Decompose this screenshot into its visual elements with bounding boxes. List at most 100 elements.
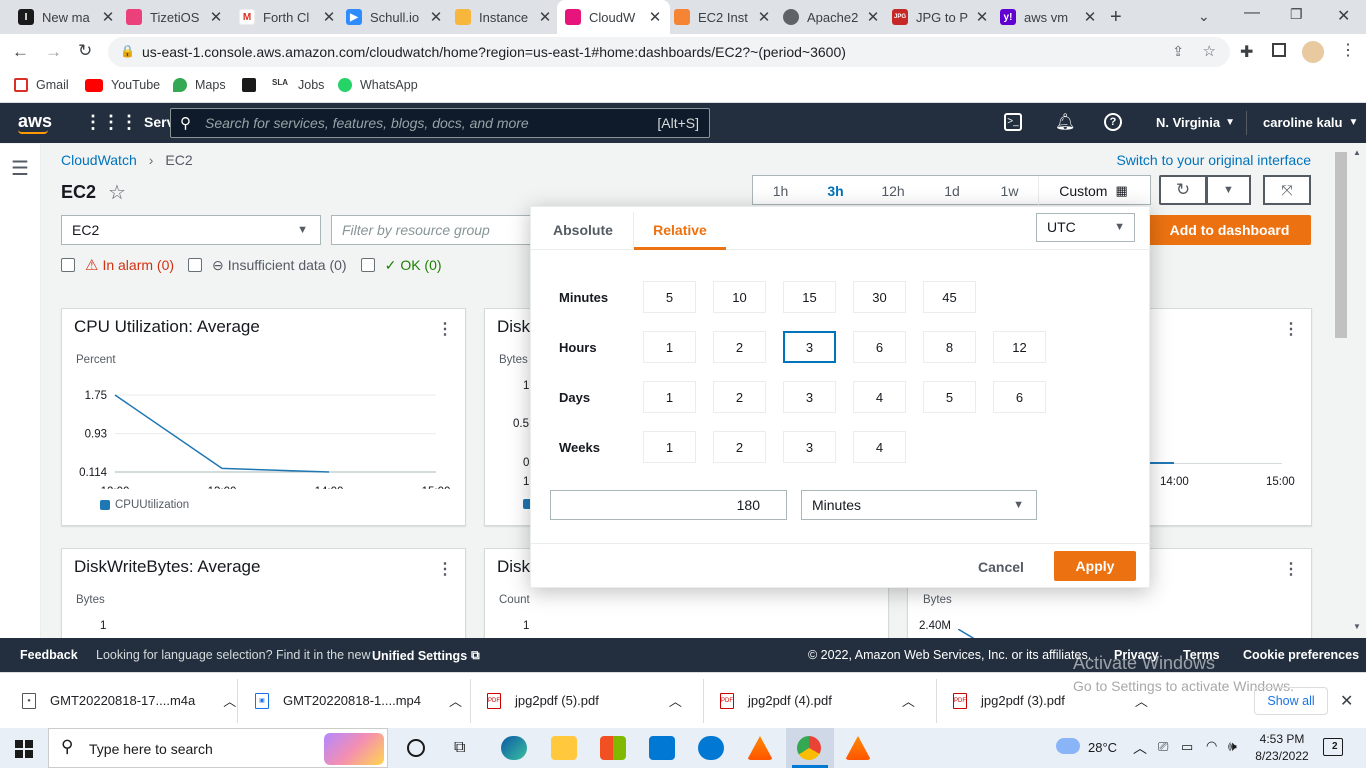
tab-absolute[interactable]: Absolute	[553, 222, 613, 238]
option-minutes-45[interactable]: 45	[923, 281, 976, 313]
bookmark-gmail[interactable]: Gmail	[14, 78, 69, 92]
chevron-up-icon[interactable]: ︿	[669, 691, 682, 710]
chevron-up-icon[interactable]: ︿	[1135, 691, 1148, 710]
meet-now-icon[interactable]: ⎚	[1158, 739, 1168, 755]
option-weeks-2[interactable]: 2	[713, 431, 766, 463]
menu-icon[interactable]: ⋮	[1340, 40, 1356, 60]
tray-chevron-up-icon[interactable]: ︿	[1133, 738, 1147, 758]
edge-icon[interactable]	[501, 736, 527, 760]
time-range-1w[interactable]: 1w	[981, 176, 1038, 206]
tab-relative[interactable]: Relative	[634, 212, 726, 250]
time-range-3h[interactable]: 3h	[808, 176, 863, 206]
time-range-1d[interactable]: 1d	[923, 176, 981, 206]
time-range-custom[interactable]: Custom ▦	[1038, 176, 1148, 206]
fullscreen-icon[interactable]: ⤧	[1263, 175, 1311, 205]
refresh-icon[interactable]: ↻	[1159, 175, 1207, 205]
browser-tab[interactable]: JPG JPG to P ✕	[884, 0, 997, 34]
option-days-6[interactable]: 6	[993, 381, 1046, 413]
notifications-icon[interactable]: 2	[1323, 738, 1343, 756]
region-selector[interactable]: N. Virginia ▼	[1156, 115, 1235, 130]
vlc-icon[interactable]	[845, 736, 871, 760]
bookmark-i[interactable]	[242, 78, 264, 92]
new-tab-icon[interactable]: +	[1110, 6, 1122, 29]
option-hours-2[interactable]: 2	[713, 331, 766, 363]
avatar[interactable]	[1302, 41, 1324, 63]
account-menu[interactable]: caroline kalu ▼	[1263, 115, 1358, 130]
relative-unit-select[interactable]: Minutes ▼	[801, 490, 1037, 520]
option-days-4[interactable]: 4	[853, 381, 906, 413]
close-icon[interactable]: ✕	[975, 8, 989, 26]
alarm-checkbox[interactable]	[61, 258, 75, 272]
ok-checkbox[interactable]	[360, 258, 375, 272]
close-icon[interactable]: ✕	[429, 8, 443, 26]
browser-tab[interactable]: M Forth Cl ✕	[231, 0, 344, 34]
hamburger-icon[interactable]: ☰	[11, 156, 29, 181]
option-hours-3-selected[interactable]: 3	[783, 331, 836, 363]
close-icon[interactable]: ✕	[757, 8, 771, 26]
browser-tab[interactable]: I New ma ✕	[10, 0, 123, 34]
bookmark-youtube[interactable]: YouTube	[85, 78, 160, 92]
download-item[interactable]: PDF jpg2pdf (5).pdf ︿	[487, 691, 682, 710]
cloudshell-icon[interactable]: >_	[1004, 113, 1022, 131]
relative-value-input[interactable]: 180	[550, 490, 787, 520]
add-to-dashboard-button[interactable]: Add to dashboard	[1148, 215, 1311, 245]
download-item[interactable]: ▣ GMT20220818-1....mp4 ︿	[255, 691, 462, 710]
bookmark-maps[interactable]: Maps	[173, 78, 226, 92]
time-range-1h[interactable]: 1h	[753, 176, 808, 206]
option-minutes-5[interactable]: 5	[643, 281, 696, 313]
option-days-1[interactable]: 1	[643, 381, 696, 413]
extensions-icon[interactable]: ✚	[1240, 42, 1253, 62]
restore-icon[interactable]: ❐	[1290, 6, 1303, 23]
scroll-up-icon[interactable]: ▲	[1353, 148, 1361, 157]
show-all-button[interactable]: Show all	[1254, 687, 1328, 715]
bell-icon[interactable]: 🔔︎	[1055, 112, 1075, 132]
url-bar[interactable]: 🔒 us-east-1.console.aws.amazon.com/cloud…	[108, 37, 1230, 67]
apply-button[interactable]: Apply	[1054, 551, 1136, 581]
browser-tab[interactable]: TizetiOS ✕	[118, 0, 231, 34]
close-icon[interactable]: ✕	[1083, 8, 1097, 26]
unified-settings-link[interactable]: Unified Settings ⧉	[372, 648, 480, 663]
download-item[interactable]: PDF jpg2pdf (3).pdf ︿	[953, 691, 1148, 710]
close-icon[interactable]: ✕	[209, 8, 223, 26]
browser-tab[interactable]: Apache2 ✕	[775, 0, 888, 34]
close-icon[interactable]: ✕	[322, 8, 336, 26]
store-icon[interactable]	[600, 736, 626, 760]
window-close-icon[interactable]: ✕	[1337, 6, 1350, 26]
resource-select[interactable]: EC2 ▼	[61, 215, 321, 245]
browser-tab[interactable]: Instance ✕	[447, 0, 560, 34]
chevron-up-icon[interactable]: ︿	[902, 691, 915, 710]
browser-tab[interactable]: ▶ Schull.io ✕	[338, 0, 451, 34]
windows-start-icon[interactable]	[15, 740, 33, 758]
reload-icon[interactable]: ↻	[78, 41, 92, 61]
option-hours-8[interactable]: 8	[923, 331, 976, 363]
close-icon[interactable]: ✕	[538, 8, 552, 26]
scrollbar-thumb[interactable]	[1335, 152, 1347, 338]
time-range-12h[interactable]: 12h	[863, 176, 923, 206]
task-view-icon[interactable]: ⧉	[454, 739, 465, 757]
option-minutes-30[interactable]: 30	[853, 281, 906, 313]
option-minutes-10[interactable]: 10	[713, 281, 766, 313]
search-input[interactable]: ⚲ Search for services, features, blogs, …	[170, 108, 710, 138]
option-weeks-4[interactable]: 4	[853, 431, 906, 463]
switch-interface-link[interactable]: Switch to your original interface	[1116, 152, 1311, 168]
option-hours-1[interactable]: 1	[643, 331, 696, 363]
back-icon[interactable]: ←	[12, 42, 29, 62]
skype-icon[interactable]	[698, 736, 724, 760]
close-icon[interactable]: ✕	[648, 8, 662, 26]
timezone-select[interactable]: UTC ▼	[1036, 213, 1135, 242]
scroll-down-icon[interactable]: ▼	[1353, 622, 1361, 631]
sidepanel-icon[interactable]	[1272, 43, 1286, 57]
page-scrollbar[interactable]: ▲ ▼	[1333, 144, 1366, 638]
help-icon[interactable]: ?	[1104, 113, 1122, 131]
kebab-menu-icon[interactable]: ⋮	[437, 559, 453, 579]
legend[interactable]: CPUUtilization	[100, 499, 189, 511]
share-icon[interactable]: ⇪	[1172, 43, 1184, 60]
insufficient-checkbox[interactable]	[188, 258, 203, 272]
weather-temp[interactable]: 28°C	[1088, 740, 1117, 755]
cancel-button[interactable]: Cancel	[978, 559, 1024, 575]
mail-icon[interactable]	[649, 736, 675, 760]
close-icon[interactable]: ✕	[866, 8, 880, 26]
minimize-icon[interactable]: —	[1244, 4, 1260, 22]
browser-tab[interactable]: y! aws vm ✕	[992, 0, 1105, 34]
close-downloads-icon[interactable]: ✕	[1340, 691, 1353, 711]
